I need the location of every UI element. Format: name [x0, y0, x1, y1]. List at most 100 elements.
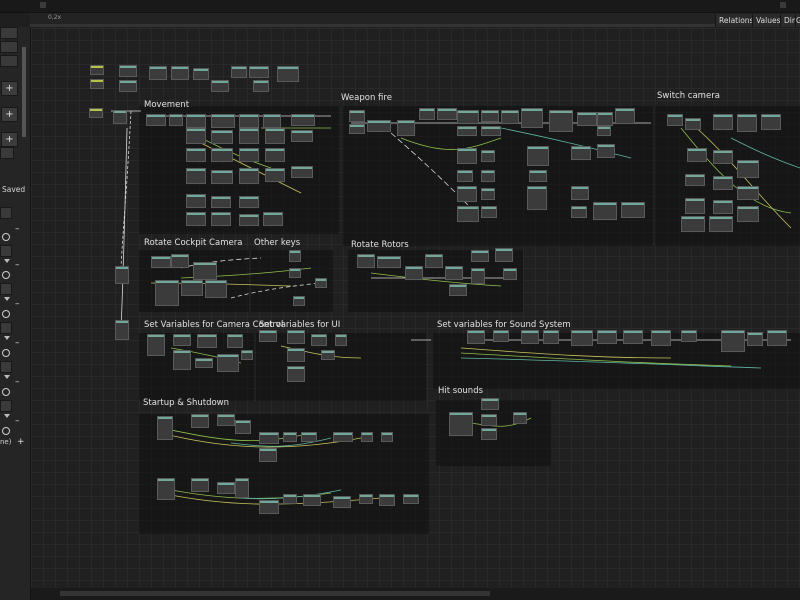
object-picker-icon[interactable]	[2, 388, 10, 396]
graph-node[interactable]	[147, 334, 165, 356]
graph-node[interactable]	[333, 496, 351, 508]
graph-node[interactable]	[113, 110, 127, 124]
graph-node[interactable]	[713, 200, 733, 214]
variable-field[interactable]	[0, 322, 12, 334]
dropdown-arrow-icon[interactable]	[4, 414, 10, 418]
graph-node[interactable]	[217, 354, 239, 372]
graph-node[interactable]	[235, 420, 251, 434]
graph-node[interactable]	[146, 114, 166, 126]
graph-node[interactable]	[186, 148, 206, 162]
graph-node[interactable]	[149, 66, 167, 80]
graph-node[interactable]	[713, 114, 733, 130]
graph-node[interactable]	[191, 478, 209, 492]
graph-node[interactable]	[253, 80, 269, 92]
graph-node[interactable]	[186, 128, 206, 144]
values-button[interactable]: Values	[752, 14, 781, 27]
graph-node[interactable]	[195, 358, 213, 368]
graph-node[interactable]	[767, 330, 787, 346]
graph-node[interactable]	[259, 330, 277, 342]
graph-node[interactable]	[115, 266, 129, 284]
graph-node[interactable]	[681, 330, 697, 342]
graph-node[interactable]	[623, 330, 643, 344]
graph-node[interactable]	[721, 330, 745, 352]
graph-node[interactable]	[239, 168, 259, 184]
graph-node[interactable]	[259, 448, 277, 462]
graph-node[interactable]	[186, 168, 206, 184]
graph-node[interactable]	[457, 186, 477, 202]
graph-node[interactable]	[193, 262, 217, 280]
graph-node[interactable]	[241, 350, 253, 360]
graph-node[interactable]	[449, 412, 473, 436]
graph-node[interactable]	[349, 124, 365, 134]
graph-node[interactable]	[293, 296, 305, 306]
graph-node[interactable]	[521, 108, 543, 128]
dropdown-arrow-icon[interactable]	[4, 336, 10, 340]
variable-field[interactable]	[0, 400, 12, 412]
graph-node[interactable]	[265, 148, 285, 162]
graph-node[interactable]	[115, 320, 129, 340]
add-variable-button[interactable]: +	[17, 437, 25, 447]
graph-node[interactable]	[713, 176, 733, 190]
remove-button[interactable]: –	[15, 299, 20, 309]
graph-node[interactable]	[457, 170, 473, 182]
graph-node[interactable]	[685, 198, 705, 214]
graph-node[interactable]	[737, 160, 759, 178]
graph-node[interactable]	[239, 128, 259, 144]
graph-node[interactable]	[259, 432, 279, 444]
graph-node[interactable]	[291, 130, 313, 142]
graph-node[interactable]	[597, 144, 615, 158]
graph-node[interactable]	[687, 148, 707, 162]
relations-button[interactable]: Relations	[715, 14, 753, 27]
graph-node[interactable]	[173, 334, 191, 346]
graph-node[interactable]	[571, 206, 587, 218]
graph-node[interactable]	[90, 79, 104, 89]
graph-node[interactable]	[283, 432, 297, 442]
graph-node[interactable]	[747, 332, 763, 346]
graph-node[interactable]	[151, 256, 171, 268]
remove-button[interactable]: –	[15, 224, 20, 234]
graph-node[interactable]	[481, 206, 497, 218]
grid-button[interactable]: G	[795, 14, 800, 27]
graph-node[interactable]	[761, 114, 781, 130]
window-control-icon[interactable]	[40, 2, 46, 8]
graph-node[interactable]	[291, 114, 315, 126]
graph-node[interactable]	[457, 206, 479, 222]
graph-node[interactable]	[685, 174, 705, 186]
graph-node[interactable]	[287, 348, 305, 362]
graph-node[interactable]	[249, 66, 269, 78]
graph-node[interactable]	[615, 108, 635, 124]
graph-node[interactable]	[425, 254, 443, 268]
graph-node[interactable]	[445, 266, 463, 280]
object-picker-icon[interactable]	[2, 427, 10, 435]
graph-node[interactable]	[361, 432, 373, 442]
graph-node[interactable]	[357, 254, 375, 268]
graph-node[interactable]	[186, 194, 206, 208]
dim-button[interactable]: Dim	[780, 14, 799, 27]
graph-node[interactable]	[571, 146, 591, 160]
variable-field[interactable]	[0, 245, 12, 257]
graph-node[interactable]	[377, 256, 401, 268]
graph-node[interactable]	[359, 494, 373, 504]
graph-node[interactable]	[419, 108, 435, 120]
graph-node[interactable]	[321, 350, 335, 360]
graph-node[interactable]	[197, 334, 217, 348]
graph-node[interactable]	[287, 330, 305, 344]
graph-node[interactable]	[211, 170, 233, 184]
graph-node[interactable]	[667, 114, 683, 126]
graph-node[interactable]	[621, 202, 645, 218]
graph-node[interactable]	[457, 148, 477, 164]
graph-node[interactable]	[481, 188, 495, 200]
graph-node[interactable]	[186, 114, 206, 128]
graph-node[interactable]	[211, 114, 235, 128]
graph-node[interactable]	[397, 120, 415, 136]
object-picker-icon[interactable]	[2, 233, 10, 241]
sidebar-scrollbar[interactable]	[22, 47, 26, 137]
graph-node[interactable]	[235, 478, 249, 498]
graph-node[interactable]	[119, 80, 137, 92]
sidebar-field[interactable]	[0, 27, 18, 39]
graph-node[interactable]	[301, 432, 317, 442]
graph-node[interactable]	[493, 330, 509, 342]
graph-node[interactable]	[449, 284, 467, 296]
sidebar-field[interactable]	[0, 55, 18, 67]
graph-node[interactable]	[217, 482, 235, 494]
